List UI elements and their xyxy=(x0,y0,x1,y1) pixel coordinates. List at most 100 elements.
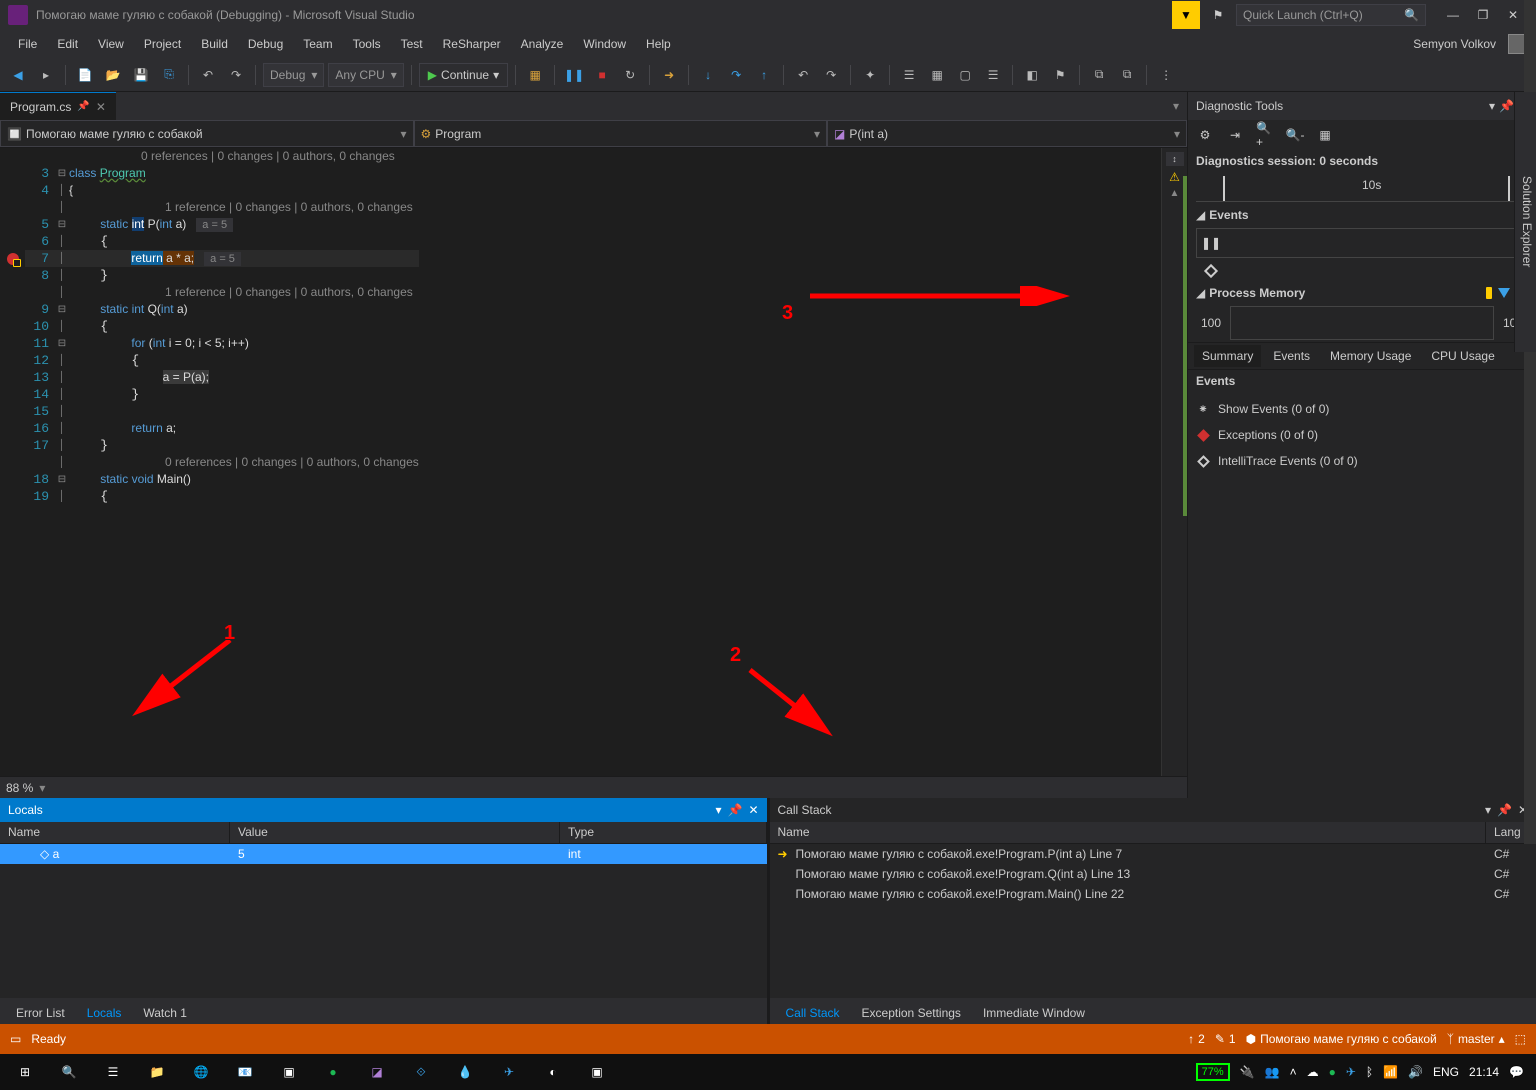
split-button[interactable]: ↕ xyxy=(1166,152,1184,166)
col-value[interactable]: Value xyxy=(230,822,560,843)
zoom-level[interactable]: 88 % xyxy=(6,781,33,795)
platform-combo[interactable]: Any CPU▾ xyxy=(328,63,403,87)
clock[interactable]: 21:14 xyxy=(1469,1065,1499,1079)
save-button[interactable]: 💾 xyxy=(129,63,153,87)
step-over-button[interactable]: ↷ xyxy=(724,63,748,87)
tab-immediate[interactable]: Immediate Window xyxy=(973,1002,1095,1024)
app-icon-3[interactable]: ▣ xyxy=(576,1054,618,1090)
callstack-grid[interactable]: ➜Помогаю маме гуляю с собакой.exe!Progra… xyxy=(770,844,1536,998)
col-name[interactable]: Name xyxy=(0,822,230,843)
close-tab-icon[interactable]: ✕ xyxy=(96,100,106,114)
diag-tab-cpu[interactable]: CPU Usage xyxy=(1423,345,1502,367)
volume-icon[interactable]: 🔊 xyxy=(1408,1065,1423,1079)
wifi-icon[interactable]: 📶 xyxy=(1383,1065,1398,1079)
menu-debug[interactable]: Debug xyxy=(238,33,293,55)
event-exceptions[interactable]: Exceptions (0 of 0) xyxy=(1196,422,1528,448)
panel-pin-icon[interactable]: 📌 xyxy=(1499,99,1514,113)
menu-tools[interactable]: Tools xyxy=(343,33,391,55)
pin-icon[interactable]: 📌 xyxy=(77,101,89,112)
panel-menu-icon[interactable]: ▾ xyxy=(1485,803,1491,817)
menu-edit[interactable]: Edit xyxy=(47,33,88,55)
back-history-button[interactable]: ↶ xyxy=(791,63,815,87)
tab-watch1[interactable]: Watch 1 xyxy=(133,1002,197,1024)
notifications-icon[interactable]: 💬 xyxy=(1509,1065,1524,1079)
spotify-icon[interactable]: ● xyxy=(312,1054,354,1090)
solution-explorer-tab[interactable]: Solution Explorer xyxy=(1514,92,1536,352)
undo-button[interactable]: ↶ xyxy=(196,63,220,87)
tool-button-1[interactable]: ✦ xyxy=(858,63,882,87)
app-icon-1[interactable]: 💧 xyxy=(444,1054,486,1090)
menu-test[interactable]: Test xyxy=(391,33,433,55)
menu-file[interactable]: File xyxy=(8,33,47,55)
menu-analyze[interactable]: Analyze xyxy=(511,33,574,55)
callstack-row[interactable]: Помогаю маме гуляю с собакой.exe!Program… xyxy=(770,884,1536,904)
locals-grid[interactable]: ◇ a 5 int xyxy=(0,844,767,998)
nav-back-button[interactable]: ◀ xyxy=(6,63,30,87)
tab-locals[interactable]: Locals xyxy=(77,1002,132,1024)
new-project-button[interactable]: 📄 xyxy=(73,63,97,87)
menu-project[interactable]: Project xyxy=(134,33,191,55)
tab-exception-settings[interactable]: Exception Settings xyxy=(852,1002,971,1024)
explorer-icon[interactable]: 📁 xyxy=(136,1054,178,1090)
tray-up-icon[interactable]: ˄ xyxy=(1290,1065,1297,1079)
nav-fwd-button[interactable]: ▸ xyxy=(34,63,58,87)
minimize-button[interactable]: — xyxy=(1438,0,1468,30)
fwd-history-button[interactable]: ↷ xyxy=(819,63,843,87)
show-next-statement-button[interactable]: ➜ xyxy=(657,63,681,87)
callstack-header[interactable]: Call Stack ▾📌✕ xyxy=(770,798,1536,822)
event-intellitrace[interactable]: IntelliTrace Events (0 of 0) xyxy=(1196,448,1528,474)
stop-button[interactable]: ■ xyxy=(590,63,614,87)
callstack-row[interactable]: Помогаю маме гуляю с собакой.exe!Program… xyxy=(770,864,1536,884)
menu-build[interactable]: Build xyxy=(191,33,238,55)
nav-class-combo[interactable]: ⚙Program▾ xyxy=(414,120,828,147)
nav-member-combo[interactable]: ◪P(int a)▾ xyxy=(827,120,1187,147)
locals-row[interactable]: ◇ a 5 int xyxy=(0,844,767,864)
panel-close-icon[interactable]: ✕ xyxy=(748,803,758,817)
bluetooth-icon[interactable]: ᛒ xyxy=(1366,1065,1373,1079)
config-combo[interactable]: Debug▾ xyxy=(263,63,324,87)
events-section-header[interactable]: ◢ Events xyxy=(1188,204,1536,226)
bookmark-icon[interactable]: ◧ xyxy=(1020,63,1044,87)
restart-button[interactable]: ↻ xyxy=(618,63,642,87)
diag-tab-summary[interactable]: Summary xyxy=(1194,345,1261,367)
toolbar-overflow-icon[interactable]: ⋮ xyxy=(1154,63,1178,87)
tab-callstack[interactable]: Call Stack xyxy=(776,1002,850,1024)
quick-launch-input[interactable]: Quick Launch (Ctrl+Q) 🔍 xyxy=(1236,4,1426,26)
save-all-button[interactable]: ⎘ xyxy=(157,63,181,87)
panel-pin-icon[interactable]: 📌 xyxy=(727,803,742,817)
zoom-in-icon[interactable]: 🔍+ xyxy=(1256,126,1274,144)
maximize-button[interactable]: ❐ xyxy=(1468,0,1498,30)
step-into-button[interactable]: ↓ xyxy=(696,63,720,87)
process-button[interactable]: ▦ xyxy=(523,63,547,87)
spotify-tray-icon[interactable]: ● xyxy=(1329,1065,1336,1079)
redo-button[interactable]: ↷ xyxy=(224,63,248,87)
panel-menu-icon[interactable]: ▾ xyxy=(715,803,721,817)
feedback-icon[interactable]: ⚑ xyxy=(1204,1,1232,29)
task-view-button[interactable]: ☰ xyxy=(92,1054,134,1090)
open-file-button[interactable]: 📂 xyxy=(101,63,125,87)
timeline[interactable]: 10s xyxy=(1196,174,1528,202)
status-publish[interactable]: ↑ 2 xyxy=(1188,1032,1205,1046)
vs-icon[interactable]: ◪ xyxy=(356,1054,398,1090)
diag-tab-events[interactable]: Events xyxy=(1265,345,1318,367)
scroll-top-icon[interactable]: ▲ xyxy=(1170,188,1180,199)
tool-button-2[interactable]: ☰ xyxy=(897,63,921,87)
tab-error-list[interactable]: Error List xyxy=(6,1002,75,1024)
procmem-section-header[interactable]: ◢ Process Memory xyxy=(1188,282,1536,304)
col-name[interactable]: Name xyxy=(770,822,1487,843)
language-indicator[interactable]: ENG xyxy=(1433,1065,1459,1079)
file-tab-program[interactable]: Program.cs 📌 ✕ xyxy=(0,92,116,120)
settings-icon[interactable]: ⚙ xyxy=(1196,126,1214,144)
nav-namespace-combo[interactable]: 🔲Помогаю маме гуляю с собакой▾ xyxy=(0,120,414,147)
status-project[interactable]: ⬢ Помогаю маме гуляю с собакой xyxy=(1246,1032,1437,1046)
breakpoint-icon[interactable] xyxy=(7,253,19,265)
panel-pin-icon[interactable]: 📌 xyxy=(1497,803,1512,817)
onedrive-icon[interactable]: ☁ xyxy=(1307,1065,1319,1079)
menu-resharper[interactable]: ReSharper xyxy=(433,33,511,55)
col-type[interactable]: Type xyxy=(560,822,767,843)
reset-view-icon[interactable]: ▦ xyxy=(1316,126,1334,144)
vscode-icon[interactable]: ⟐ xyxy=(400,1054,442,1090)
menu-window[interactable]: Window xyxy=(573,33,636,55)
step-out-button[interactable]: ↑ xyxy=(752,63,776,87)
locals-header[interactable]: Locals ▾📌✕ xyxy=(0,798,767,822)
